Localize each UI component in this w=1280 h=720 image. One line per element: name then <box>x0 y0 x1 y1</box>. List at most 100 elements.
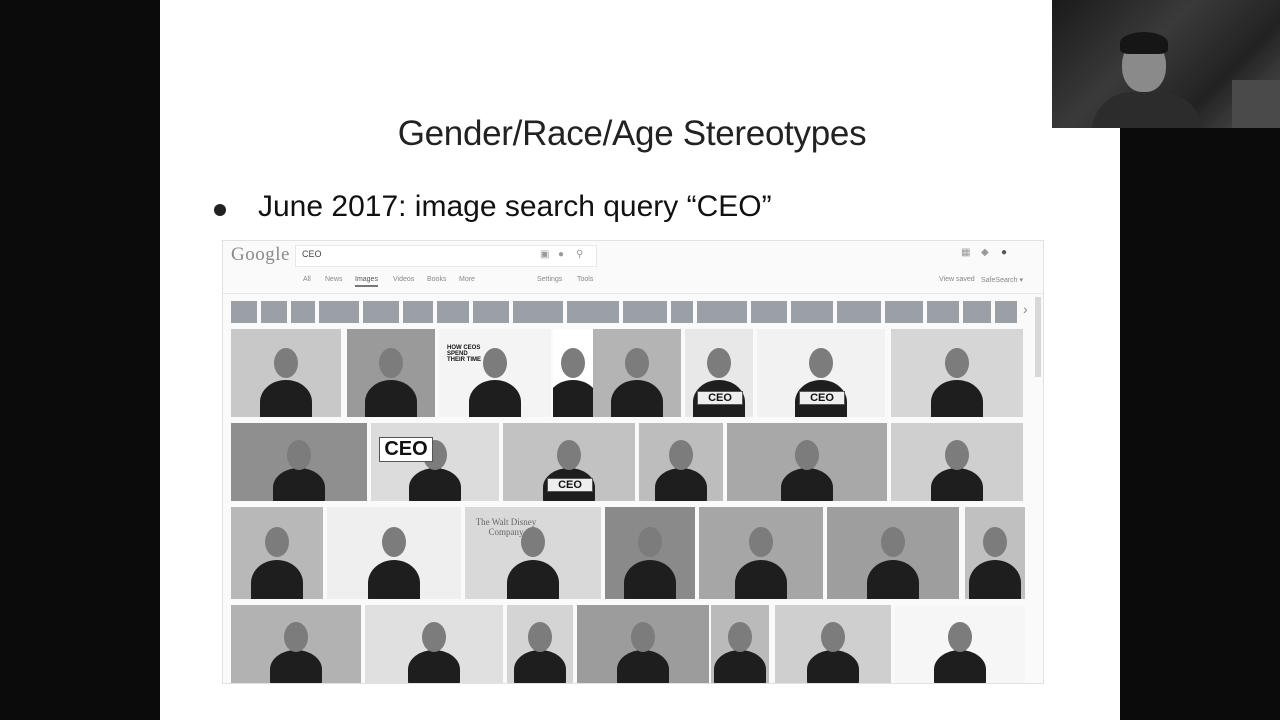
suit-figure <box>931 468 983 501</box>
image-result-thumbnail[interactable] <box>605 507 695 599</box>
image-result-thumbnail[interactable] <box>327 507 461 599</box>
image-result-thumbnail[interactable] <box>891 329 1023 417</box>
related-search-chip[interactable] <box>319 301 359 323</box>
image-result-thumbnail[interactable]: The Walt Disney Company <box>465 507 601 599</box>
related-search-chip[interactable] <box>261 301 287 323</box>
presenter-hair <box>1120 32 1168 54</box>
view-saved-link[interactable]: View saved <box>939 276 975 283</box>
image-result-thumbnail[interactable] <box>891 423 1023 501</box>
suit-figure <box>469 380 521 417</box>
image-result-thumbnail[interactable] <box>727 423 887 501</box>
face <box>557 440 581 470</box>
tab-images[interactable]: Images <box>355 276 378 287</box>
related-search-chip[interactable] <box>751 301 787 323</box>
thumbnail-caption: CEO <box>697 391 743 405</box>
related-search-chip[interactable] <box>885 301 923 323</box>
search-logo: Google <box>231 244 290 265</box>
related-search-chip[interactable] <box>403 301 433 323</box>
suit-figure <box>273 468 325 501</box>
suit-figure <box>408 650 460 683</box>
suit-figure <box>807 650 859 683</box>
image-result-thumbnail[interactable] <box>775 605 891 683</box>
image-result-thumbnail[interactable] <box>577 605 709 683</box>
scrollbar[interactable] <box>1035 297 1041 377</box>
image-result-thumbnail[interactable] <box>507 605 573 683</box>
image-result-thumbnail[interactable]: CEO <box>371 423 499 501</box>
image-result-thumbnail[interactable] <box>231 605 361 683</box>
related-search-chip[interactable] <box>363 301 399 323</box>
image-result-thumbnail[interactable] <box>639 423 723 501</box>
related-search-chip[interactable] <box>697 301 747 323</box>
related-search-chip[interactable] <box>473 301 509 323</box>
related-search-chip[interactable] <box>513 301 563 323</box>
suit-figure <box>714 650 766 683</box>
image-result-thumbnail[interactable] <box>699 507 823 599</box>
suit-figure <box>251 560 303 599</box>
search-screenshot: Google CEO ▣ ● ⚲ ▦ ◆ ● All News Images V… <box>222 240 1044 684</box>
image-result-thumbnail[interactable] <box>827 507 959 599</box>
tools-link[interactable]: Tools <box>577 276 593 283</box>
face <box>707 348 731 378</box>
thumbnail-caption: The Walt Disney Company <box>475 517 537 537</box>
notifications-icon[interactable]: ◆ <box>981 247 989 258</box>
image-result-thumbnail[interactable]: CEO <box>685 329 753 417</box>
image-result-thumbnail[interactable] <box>231 507 323 599</box>
related-search-chip[interactable] <box>963 301 991 323</box>
mic-icon[interactable]: ● <box>558 249 564 260</box>
suit-figure <box>611 380 663 417</box>
suit-figure <box>553 380 593 417</box>
tab-videos[interactable]: Videos <box>393 276 414 283</box>
suit-figure <box>409 468 461 501</box>
search-input[interactable]: CEO ▣ ● ⚲ <box>295 245 597 267</box>
face <box>265 527 289 557</box>
tab-all[interactable]: All <box>303 276 311 283</box>
suit-figure <box>655 468 707 501</box>
safesearch-link[interactable]: SafeSearch ▾ <box>981 276 1023 284</box>
face <box>821 622 845 652</box>
tab-books[interactable]: Books <box>427 276 446 283</box>
suit-figure <box>969 560 1021 599</box>
image-result-thumbnail[interactable] <box>965 507 1025 599</box>
bullet-icon <box>214 204 226 216</box>
related-search-chip[interactable] <box>791 301 833 323</box>
image-result-thumbnail[interactable] <box>711 605 769 683</box>
webcam-feed <box>1052 0 1280 128</box>
face <box>945 440 969 470</box>
image-result-thumbnail[interactable] <box>593 329 681 417</box>
face <box>638 527 662 557</box>
suit-figure <box>365 380 417 417</box>
related-search-chip[interactable] <box>291 301 315 323</box>
image-result-thumbnail[interactable] <box>231 423 367 501</box>
image-result-thumbnail[interactable]: CEO <box>757 329 885 417</box>
apps-icon[interactable]: ▦ <box>961 247 970 258</box>
image-result-thumbnail[interactable]: CEO <box>503 423 635 501</box>
related-search-chip[interactable] <box>995 301 1017 323</box>
image-result-thumbnail[interactable] <box>365 605 503 683</box>
related-search-chip[interactable] <box>437 301 469 323</box>
related-search-chip[interactable] <box>623 301 667 323</box>
image-result-thumbnail[interactable] <box>553 329 593 417</box>
related-search-chip[interactable] <box>671 301 693 323</box>
image-result-thumbnail[interactable] <box>347 329 435 417</box>
face <box>287 440 311 470</box>
image-result-thumbnail[interactable]: HOW CEOS SPEND THEIR TIME <box>439 329 551 417</box>
suit-figure <box>270 650 322 683</box>
related-search-chip[interactable] <box>231 301 257 323</box>
tab-news[interactable]: News <box>325 276 343 283</box>
image-result-thumbnail[interactable] <box>895 605 1025 683</box>
face <box>728 622 752 652</box>
account-icon[interactable]: ● <box>1001 247 1007 258</box>
image-result-thumbnail[interactable] <box>231 329 341 417</box>
tab-more[interactable]: More <box>459 276 475 283</box>
chevron-right-icon[interactable]: › <box>1023 301 1028 317</box>
related-search-chip[interactable] <box>837 301 881 323</box>
suit-figure <box>867 560 919 599</box>
face <box>945 348 969 378</box>
search-icon[interactable]: ⚲ <box>576 249 583 260</box>
search-query: CEO <box>302 249 322 259</box>
settings-link[interactable]: Settings <box>537 276 562 283</box>
face <box>795 440 819 470</box>
camera-icon[interactable]: ▣ <box>540 249 549 260</box>
related-search-chip[interactable] <box>567 301 619 323</box>
related-search-chip[interactable] <box>927 301 959 323</box>
